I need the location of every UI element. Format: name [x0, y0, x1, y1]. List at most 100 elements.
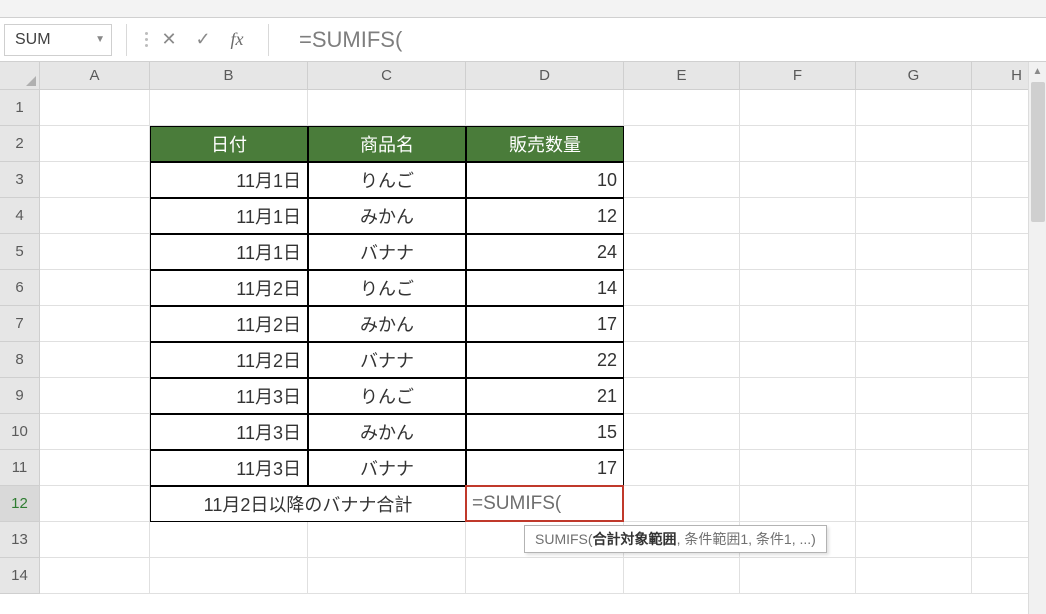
- cell-B3[interactable]: 11月1日: [150, 162, 308, 198]
- col-header-E[interactable]: E: [624, 62, 740, 90]
- cell-G4[interactable]: [856, 198, 972, 234]
- cell-E6[interactable]: [624, 270, 740, 306]
- cell-C13[interactable]: [308, 522, 466, 558]
- cell-E7[interactable]: [624, 306, 740, 342]
- row-header-10[interactable]: 10: [0, 414, 40, 450]
- insert-function-button[interactable]: fx: [220, 24, 254, 56]
- col-header-B[interactable]: B: [150, 62, 308, 90]
- cell-B11[interactable]: 11月3日: [150, 450, 308, 486]
- worksheet[interactable]: ABCDEFGH 1234567891011121314 日付商品名販売数量11…: [0, 62, 1046, 614]
- cell-E3[interactable]: [624, 162, 740, 198]
- row-header-1[interactable]: 1: [0, 90, 40, 126]
- row-header-7[interactable]: 7: [0, 306, 40, 342]
- cell-C1[interactable]: [308, 90, 466, 126]
- cell-F10[interactable]: [740, 414, 856, 450]
- cell-A6[interactable]: [40, 270, 150, 306]
- cell-E10[interactable]: [624, 414, 740, 450]
- cell-E2[interactable]: [624, 126, 740, 162]
- cell-C10[interactable]: みかん: [308, 414, 466, 450]
- cell-A1[interactable]: [40, 90, 150, 126]
- cell-F3[interactable]: [740, 162, 856, 198]
- cell-G1[interactable]: [856, 90, 972, 126]
- row-header-9[interactable]: 9: [0, 378, 40, 414]
- row-header-14[interactable]: 14: [0, 558, 40, 594]
- active-cell-content[interactable]: =SUMIFS(: [468, 486, 622, 522]
- cell-E8[interactable]: [624, 342, 740, 378]
- cell-A14[interactable]: [40, 558, 150, 594]
- cell-F4[interactable]: [740, 198, 856, 234]
- cell-D5[interactable]: 24: [466, 234, 624, 270]
- cell-B5[interactable]: 11月1日: [150, 234, 308, 270]
- cell-A2[interactable]: [40, 126, 150, 162]
- cell-E14[interactable]: [624, 558, 740, 594]
- cell-A4[interactable]: [40, 198, 150, 234]
- cell-C8[interactable]: バナナ: [308, 342, 466, 378]
- function-tooltip[interactable]: SUMIFS(合計対象範囲, 条件範囲1, 条件1, ...): [524, 525, 827, 553]
- cell-D6[interactable]: 14: [466, 270, 624, 306]
- cell-C6[interactable]: りんご: [308, 270, 466, 306]
- cell-B10[interactable]: 11月3日: [150, 414, 308, 450]
- col-header-G[interactable]: G: [856, 62, 972, 90]
- cell-C2[interactable]: 商品名: [308, 126, 466, 162]
- row-header-2[interactable]: 2: [0, 126, 40, 162]
- cell-D8[interactable]: 22: [466, 342, 624, 378]
- cell-C5[interactable]: バナナ: [308, 234, 466, 270]
- cell-G5[interactable]: [856, 234, 972, 270]
- cell-F7[interactable]: [740, 306, 856, 342]
- cell-E4[interactable]: [624, 198, 740, 234]
- cell-G7[interactable]: [856, 306, 972, 342]
- cell-B4[interactable]: 11月1日: [150, 198, 308, 234]
- row-header-8[interactable]: 8: [0, 342, 40, 378]
- row-header-12[interactable]: 12: [0, 486, 40, 522]
- cell-C14[interactable]: [308, 558, 466, 594]
- cell-F5[interactable]: [740, 234, 856, 270]
- cell-B13[interactable]: [150, 522, 308, 558]
- cell-D1[interactable]: [466, 90, 624, 126]
- cell-E12[interactable]: [624, 486, 740, 522]
- cell-D3[interactable]: 10: [466, 162, 624, 198]
- total-label-cell[interactable]: 11月2日以降のバナナ合計: [150, 486, 466, 522]
- cell-G3[interactable]: [856, 162, 972, 198]
- cell-A7[interactable]: [40, 306, 150, 342]
- cell-G11[interactable]: [856, 450, 972, 486]
- row-header-4[interactable]: 4: [0, 198, 40, 234]
- row-header-3[interactable]: 3: [0, 162, 40, 198]
- row-header-6[interactable]: 6: [0, 270, 40, 306]
- cell-D11[interactable]: 17: [466, 450, 624, 486]
- cell-F6[interactable]: [740, 270, 856, 306]
- cell-D9[interactable]: 21: [466, 378, 624, 414]
- cell-G2[interactable]: [856, 126, 972, 162]
- cell-B7[interactable]: 11月2日: [150, 306, 308, 342]
- cell-F12[interactable]: [740, 486, 856, 522]
- cell-G14[interactable]: [856, 558, 972, 594]
- cell-A11[interactable]: [40, 450, 150, 486]
- cell-B14[interactable]: [150, 558, 308, 594]
- cell-B2[interactable]: 日付: [150, 126, 308, 162]
- cell-D14[interactable]: [466, 558, 624, 594]
- cell-G8[interactable]: [856, 342, 972, 378]
- cell-F14[interactable]: [740, 558, 856, 594]
- cell-B6[interactable]: 11月2日: [150, 270, 308, 306]
- cell-C4[interactable]: みかん: [308, 198, 466, 234]
- cell-F11[interactable]: [740, 450, 856, 486]
- col-header-C[interactable]: C: [308, 62, 466, 90]
- vertical-scrollbar[interactable]: ▲: [1028, 62, 1046, 614]
- cell-G6[interactable]: [856, 270, 972, 306]
- cell-A9[interactable]: [40, 378, 150, 414]
- col-header-D[interactable]: D: [466, 62, 624, 90]
- cell-A5[interactable]: [40, 234, 150, 270]
- cell-F8[interactable]: [740, 342, 856, 378]
- cell-C3[interactable]: りんご: [308, 162, 466, 198]
- row-header-13[interactable]: 13: [0, 522, 40, 558]
- formula-input[interactable]: [283, 24, 1046, 56]
- cell-D4[interactable]: 12: [466, 198, 624, 234]
- cell-G13[interactable]: [856, 522, 972, 558]
- col-header-A[interactable]: A: [40, 62, 150, 90]
- scroll-thumb[interactable]: [1031, 82, 1045, 222]
- cell-F9[interactable]: [740, 378, 856, 414]
- cell-D7[interactable]: 17: [466, 306, 624, 342]
- cancel-button[interactable]: ✕: [152, 24, 186, 56]
- cell-A3[interactable]: [40, 162, 150, 198]
- cell-A13[interactable]: [40, 522, 150, 558]
- grip-handle[interactable]: [141, 24, 152, 56]
